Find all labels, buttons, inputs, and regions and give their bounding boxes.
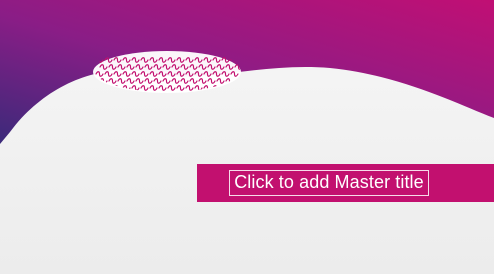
title-placeholder-text: Click to add Master title: [234, 172, 424, 192]
title-placeholder[interactable]: Click to add Master title: [197, 164, 461, 202]
title-placeholder-box[interactable]: Click to add Master title: [229, 170, 429, 196]
slide-master-canvas: Click to add Master title: [0, 0, 494, 274]
slide-background: [0, 0, 494, 274]
